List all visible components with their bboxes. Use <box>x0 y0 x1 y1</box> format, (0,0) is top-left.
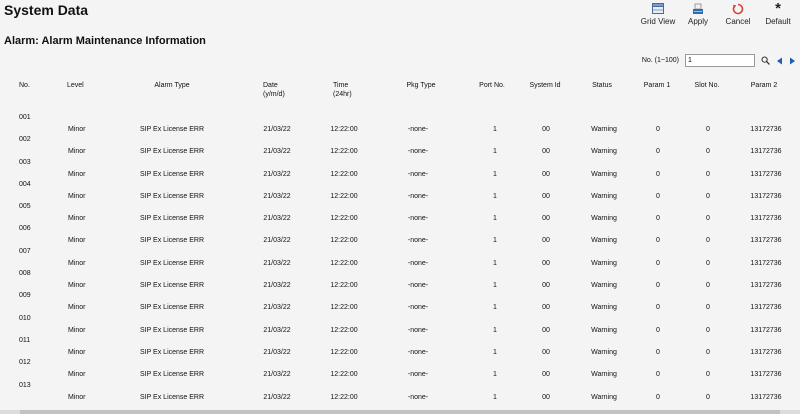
table-row[interactable]: 005 Minor SIP Ex License ERR 21/03/22 12… <box>0 199 800 222</box>
cell-no: 011 <box>19 336 31 344</box>
table-row[interactable]: 007 Minor SIP Ex License ERR 21/03/22 12… <box>0 244 800 267</box>
cell-level: Minor <box>68 393 86 401</box>
cell-no: 002 <box>19 136 31 144</box>
cell-status: Warning <box>591 393 617 401</box>
grid-view-label: Grid View <box>640 17 676 26</box>
table-row[interactable]: 004 Minor SIP Ex License ERR 21/03/22 12… <box>0 177 800 200</box>
grid-view-icon <box>652 2 664 15</box>
next-page-icon[interactable] <box>789 57 796 65</box>
table-row[interactable]: 011 Minor SIP Ex License ERR 21/03/22 12… <box>0 333 800 356</box>
cell-no: 008 <box>19 270 31 278</box>
table-row[interactable]: 006 Minor SIP Ex License ERR 21/03/22 12… <box>0 221 800 244</box>
table-row[interactable]: 009 Minor SIP Ex License ERR 21/03/22 12… <box>0 288 800 311</box>
col-header-param2: Param 2 <box>750 82 778 89</box>
col-header-date: Date <box>263 82 278 89</box>
apply-button[interactable]: Apply <box>678 2 718 26</box>
table-row[interactable]: 003 Minor SIP Ex License ERR 21/03/22 12… <box>0 155 800 178</box>
table-row[interactable]: 008 Minor SIP Ex License ERR 21/03/22 12… <box>0 266 800 289</box>
cell-no: 006 <box>19 225 31 233</box>
cell-slot-no: 0 <box>706 393 710 401</box>
pager: No. (1~100) <box>642 54 796 67</box>
alarm-table: No. Level Alarm Type Date (y/m/d) Time (… <box>0 80 800 401</box>
page-title: System Data <box>4 2 89 18</box>
cell-param1: 0 <box>656 393 660 401</box>
pager-label: No. (1~100) <box>641 57 679 64</box>
prev-page-icon[interactable] <box>776 57 783 65</box>
cell-no: 005 <box>19 203 31 211</box>
cancel-label: Cancel <box>725 17 751 26</box>
col-header-time-sub: (24hr) <box>333 91 352 98</box>
cell-no: 012 <box>19 359 31 367</box>
cell-port-no: 1 <box>493 393 497 401</box>
table-body: 001 Minor SIP Ex License ERR 21/03/22 12… <box>0 110 800 401</box>
col-header-alarm-type: Alarm Type <box>154 82 190 89</box>
table-row[interactable]: 012 Minor SIP Ex License ERR 21/03/22 12… <box>0 355 800 378</box>
search-icon[interactable] <box>761 56 770 65</box>
col-header-level: Level <box>67 82 84 89</box>
col-header-date-sub: (y/m/d) <box>263 91 285 98</box>
col-header-system-id: System Id <box>529 82 561 89</box>
cell-system-id: 00 <box>542 393 550 401</box>
cancel-icon <box>732 2 744 15</box>
apply-label: Apply <box>687 17 708 26</box>
col-header-param1: Param 1 <box>643 82 671 89</box>
grid-view-button[interactable]: Grid View <box>638 2 678 26</box>
table-row[interactable]: 013 Minor SIP Ex License ERR 21/03/22 12… <box>0 378 800 401</box>
page-number-input[interactable] <box>685 54 755 67</box>
scrollbar-thumb[interactable] <box>20 410 780 414</box>
cell-no: 003 <box>19 158 31 166</box>
cancel-button[interactable]: Cancel <box>718 2 758 26</box>
apply-icon <box>692 2 704 15</box>
default-label: Default <box>765 17 791 26</box>
cell-no: 013 <box>19 381 31 389</box>
col-header-status: Status <box>592 82 612 89</box>
cell-no: 007 <box>19 247 31 255</box>
horizontal-scrollbar[interactable] <box>0 410 800 414</box>
section-title: Alarm: Alarm Maintenance Information <box>4 35 206 47</box>
table-row[interactable]: 010 Minor SIP Ex License ERR 21/03/22 12… <box>0 311 800 334</box>
cell-no: 004 <box>19 180 31 188</box>
cell-no: 009 <box>19 292 31 300</box>
cell-no: 001 <box>19 114 31 121</box>
col-header-time: Time <box>333 82 349 89</box>
toolbar: Grid View Apply Cancel * Default <box>638 0 798 26</box>
cell-param2: 13172736 <box>750 393 782 401</box>
col-header-pkg-type: Pkg Type <box>406 82 436 89</box>
table-row[interactable]: 001 Minor SIP Ex License ERR 21/03/22 12… <box>0 110 800 133</box>
cell-pkg-type: -none- <box>407 393 429 401</box>
default-button[interactable]: * Default <box>758 0 798 26</box>
col-header-no: No. <box>19 82 30 89</box>
table-header: No. Level Alarm Type Date (y/m/d) Time (… <box>0 80 800 110</box>
cell-date: 21/03/22 <box>263 393 291 401</box>
cell-no: 010 <box>19 314 31 322</box>
cell-time: 12:22:00 <box>330 393 358 401</box>
cell-alarm-type: SIP Ex License ERR <box>139 393 205 401</box>
col-header-slot-no: Slot No. <box>694 82 720 89</box>
table-row[interactable]: 002 Minor SIP Ex License ERR 21/03/22 12… <box>0 132 800 155</box>
col-header-port-no: Port No. <box>479 82 505 89</box>
asterisk-icon: * <box>775 0 781 17</box>
